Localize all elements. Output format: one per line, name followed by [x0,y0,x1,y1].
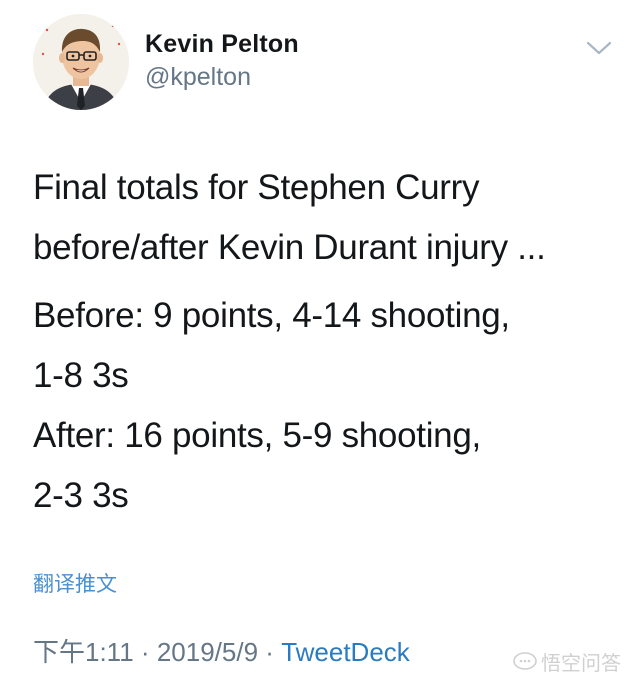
meta-separator: · [140,637,150,667]
tweet-line: before/after Kevin Durant injury ... [33,228,546,267]
watermark-text: 悟空问答 [541,653,621,675]
tweet-line: Final totals for Stephen Curry [33,168,480,207]
chevron-down-icon[interactable] [584,36,614,60]
translate-tweet-link[interactable]: 翻译推文 [33,568,117,598]
tweet-line: Before: 9 points, 4-14 shooting, [33,296,510,335]
tweet-date[interactable]: 2019/5/9 [157,637,258,667]
tweet-text: Final totals for Stephen Curry before/af… [33,158,623,526]
tweet-time[interactable]: 下午1:11 [33,637,134,667]
cartoon-portrait-avatar-icon [33,14,129,110]
tweet-source-link[interactable]: TweetDeck [281,637,410,667]
author-handle[interactable]: @kpelton [145,63,251,92]
meta-separator: · [265,637,274,667]
tweet-line: 1-8 3s [33,356,129,395]
tweet-line: After: 16 points, 5-9 shooting, [33,416,481,455]
watermark: 悟空问答 [512,647,621,678]
chat-bubble-icon [512,651,538,678]
tweet-meta: 下午1:11 · 2019/5/9 · TweetDeck [33,632,410,669]
author-display-name[interactable]: Kevin Pelton [145,30,299,59]
avatar[interactable] [33,14,129,110]
tweet-line: 2-3 3s [33,476,129,515]
